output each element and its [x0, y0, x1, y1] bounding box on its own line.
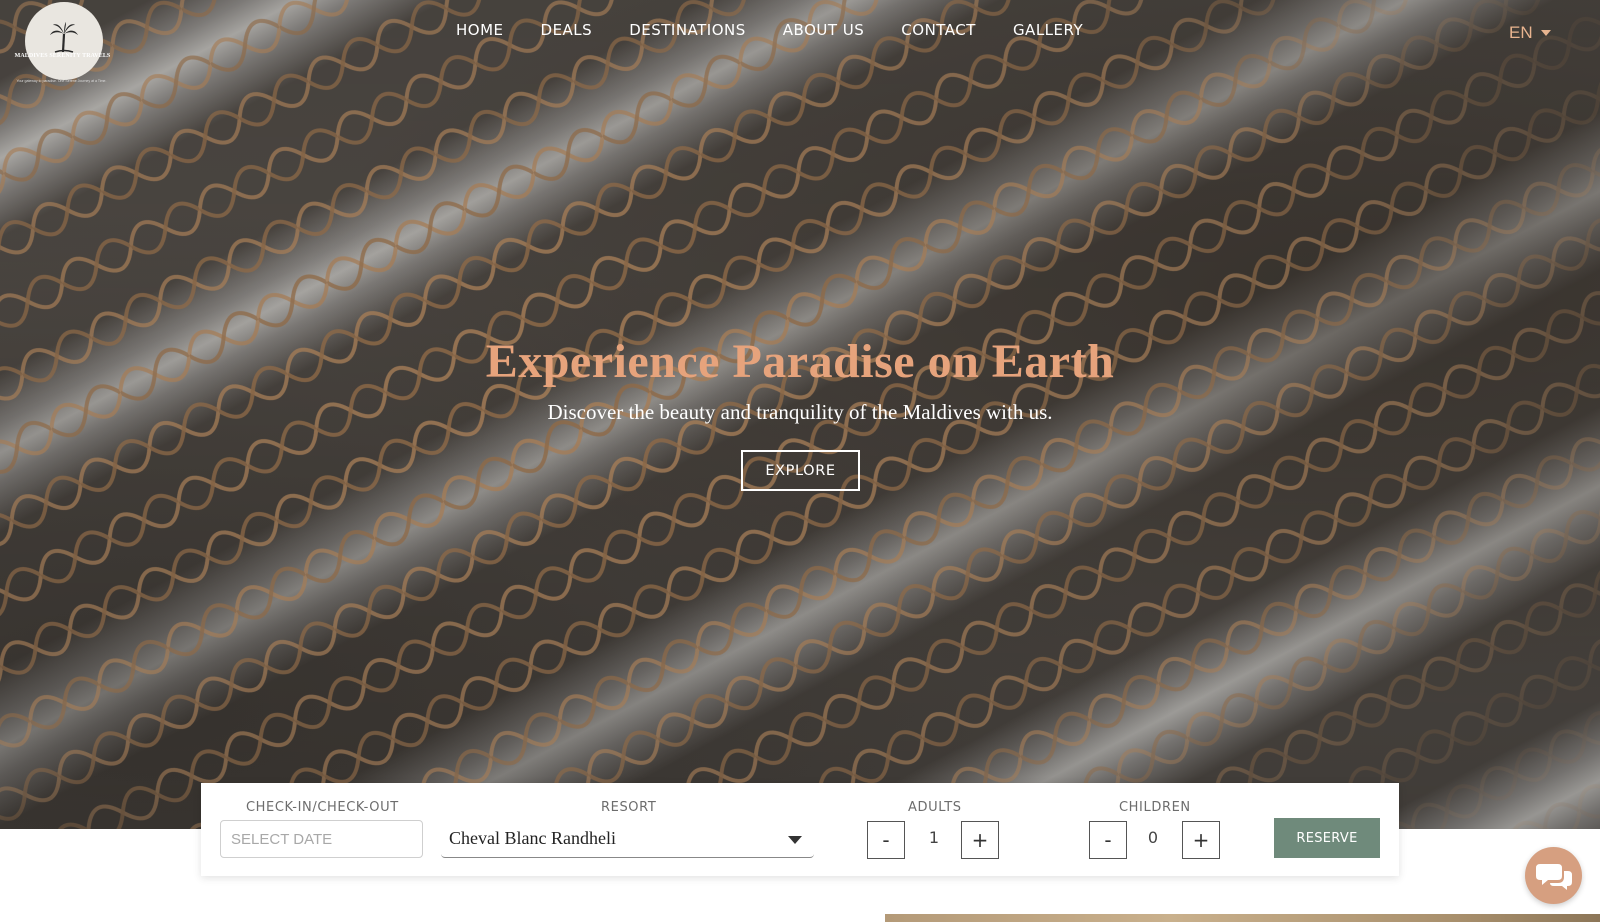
- nav-item-contact[interactable]: CONTACT: [901, 21, 976, 39]
- language-label: EN: [1509, 23, 1533, 42]
- language-selector[interactable]: EN: [1509, 23, 1551, 43]
- chevron-down-icon: [788, 836, 802, 844]
- reserve-button[interactable]: RESERVE: [1274, 818, 1380, 858]
- children-count: 0: [1147, 828, 1159, 847]
- adults-increment-button[interactable]: +: [961, 821, 999, 859]
- nav-item-home[interactable]: HOME: [456, 21, 504, 39]
- booking-bar: CHECK-IN/CHECK-OUT RESORT Cheval Blanc R…: [201, 783, 1399, 876]
- resort-label: RESORT: [601, 800, 657, 815]
- brand-name: MALDIVES SERENITY TRAVELS: [14, 53, 111, 59]
- nav-item-deals[interactable]: DEALS: [541, 21, 593, 39]
- section-image-preview: [885, 914, 1600, 922]
- chevron-down-icon: [1540, 30, 1551, 36]
- adults-label: ADULTS: [908, 800, 962, 815]
- nav-item-destinations[interactable]: DESTINATIONS: [629, 21, 746, 39]
- adults-count: 1: [928, 828, 940, 847]
- chat-button[interactable]: [1525, 847, 1582, 904]
- nav-item-about-us[interactable]: ABOUT US: [783, 21, 865, 39]
- adults-decrement-button[interactable]: -: [867, 821, 905, 859]
- resort-select[interactable]: Cheval Blanc Randheli: [441, 820, 814, 858]
- hero-subtitle: Discover the beauty and tranquility of t…: [547, 400, 1053, 424]
- palm-tree-icon: [50, 22, 78, 53]
- children-increment-button[interactable]: +: [1182, 821, 1220, 859]
- check-in-check-out-label: CHECK-IN/CHECK-OUT: [246, 800, 399, 815]
- resort-value: Cheval Blanc Randheli: [449, 828, 616, 848]
- children-decrement-button[interactable]: -: [1089, 821, 1127, 859]
- brand-tagline: Your gateway to paradise. One Serene Jou…: [16, 79, 107, 83]
- hero-section: MALDIVES SERENITY TRAVELS Your gateway t…: [0, 0, 1600, 829]
- chat-icon: [1535, 863, 1572, 890]
- hero-title: Experience Paradise on Earth: [485, 335, 1115, 388]
- children-label: CHILDREN: [1119, 800, 1191, 815]
- explore-button[interactable]: EXPLORE: [741, 450, 860, 491]
- brand-logo[interactable]: [25, 2, 103, 80]
- main-nav: HOME DEALS DESTINATIONS ABOUT US CONTACT…: [456, 21, 1120, 39]
- date-picker-input[interactable]: [220, 820, 423, 858]
- nav-item-gallery[interactable]: GALLERY: [1013, 21, 1083, 39]
